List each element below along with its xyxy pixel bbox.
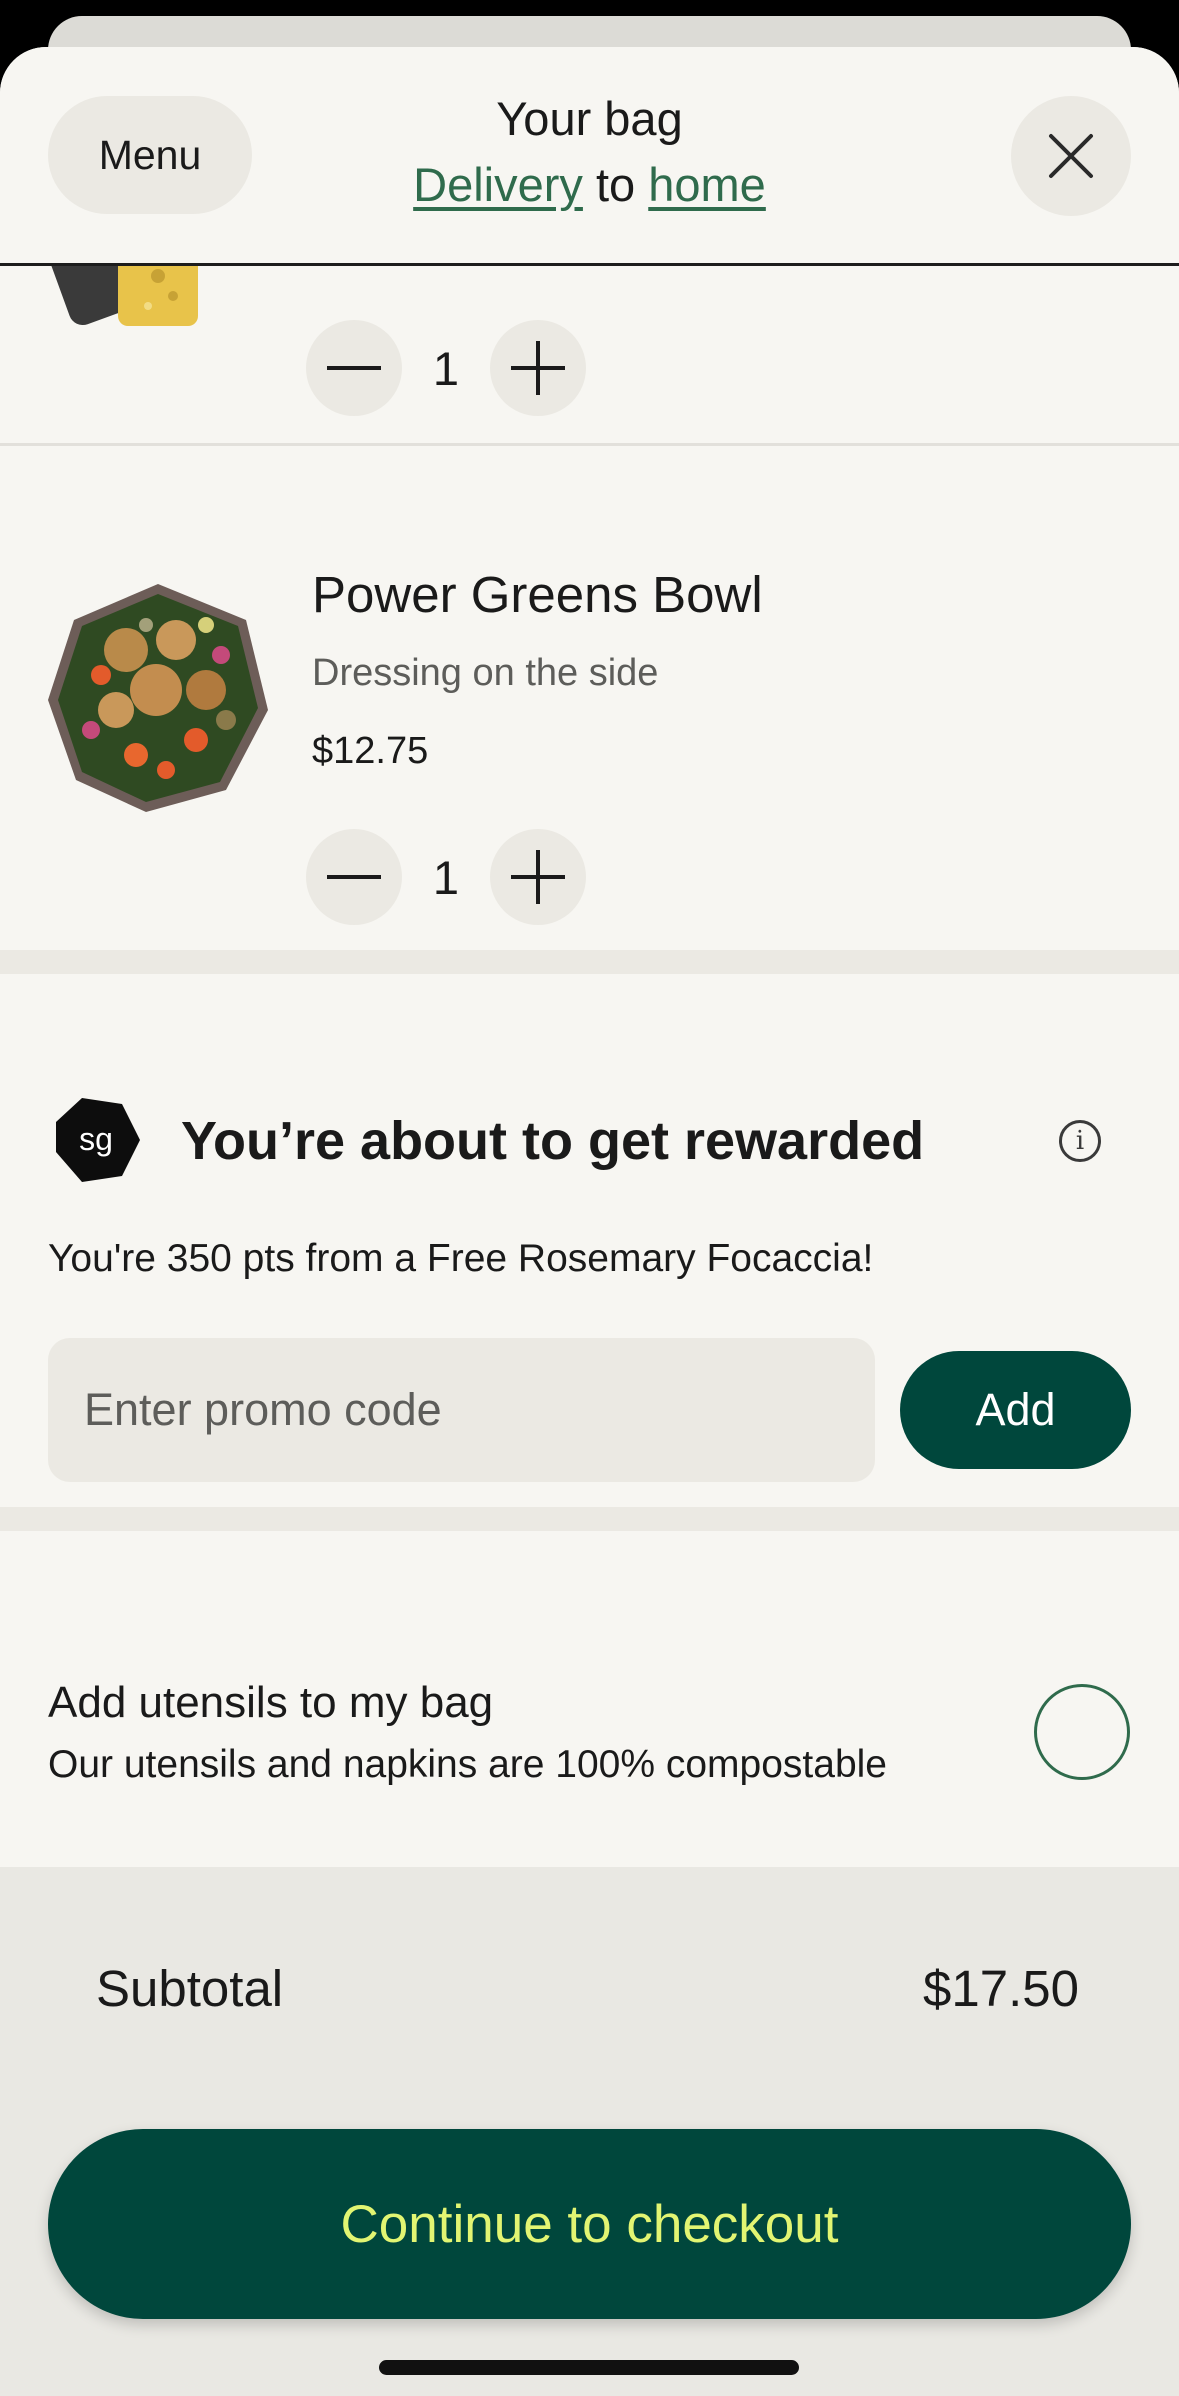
delivery-connector: to [595,158,636,211]
utensils-checkbox[interactable] [1034,1684,1130,1780]
quantity-stepper: 1 [306,829,586,925]
decrease-quantity-button[interactable] [306,320,402,416]
home-indicator[interactable] [379,2360,799,2375]
decrease-quantity-button[interactable] [306,829,402,925]
close-button[interactable] [1011,96,1131,216]
quantity-value: 1 [432,850,460,904]
add-promo-button[interactable]: Add [900,1351,1131,1469]
utensils-subtitle: Our utensils and napkins are 100% compos… [48,1743,887,1786]
bag-item: Power Greens Bowl Dressing on the side $… [0,492,1179,997]
checkout-button[interactable]: Continue to checkout [48,2129,1131,2319]
increase-quantity-button[interactable] [490,829,586,925]
close-icon [1049,134,1093,178]
bag-header: Menu Your bag Delivery to home [0,47,1179,266]
section-separator [0,1507,1179,1531]
increase-quantity-button[interactable] [490,320,586,416]
bag-item: 1 [0,246,1179,441]
page-title: Your bag [496,92,683,145]
subtotal-label: Subtotal [96,1960,284,2017]
item-name: Power Greens Bowl [312,566,763,623]
utensils-title: Add utensils to my bag [48,1678,494,1727]
divider [0,443,1179,446]
rewards-title: You’re about to get rewarded [181,1111,925,1171]
order-type-link[interactable]: Delivery [413,158,583,211]
bowl-image [48,584,268,812]
quantity-stepper: 1 [306,320,586,416]
section-separator [0,950,1179,974]
rewards-message: You're 350 pts from a Free Rosemary Foca… [48,1237,874,1280]
subtotal-value: $17.50 [923,1960,1079,2017]
utensils-section: Add utensils to my bag Our utensils and … [0,1577,1179,1877]
info-icon[interactable]: i [1059,1120,1101,1162]
minus-icon [327,366,381,370]
bag-footer: Subtotal $17.50 Continue to checkout [0,1867,1179,2396]
plus-icon [511,341,565,395]
plus-icon [511,850,565,904]
promo-code-input[interactable] [48,1338,875,1482]
item-price: $12.75 [312,730,429,772]
item-modifier: Dressing on the side [312,652,659,694]
delivery-info: Delivery to home [0,157,1179,212]
location-link[interactable]: home [648,158,766,211]
minus-icon [327,875,381,879]
svg-text:sg: sg [79,1121,113,1157]
sg-logo-icon: sg [56,1098,140,1182]
rewards-section: sg You’re about to get rewarded i You're… [0,1020,1179,1553]
quantity-value: 1 [432,341,460,395]
bag-sheet: Menu Your bag Delivery to home 1 Power G… [0,47,1179,2396]
